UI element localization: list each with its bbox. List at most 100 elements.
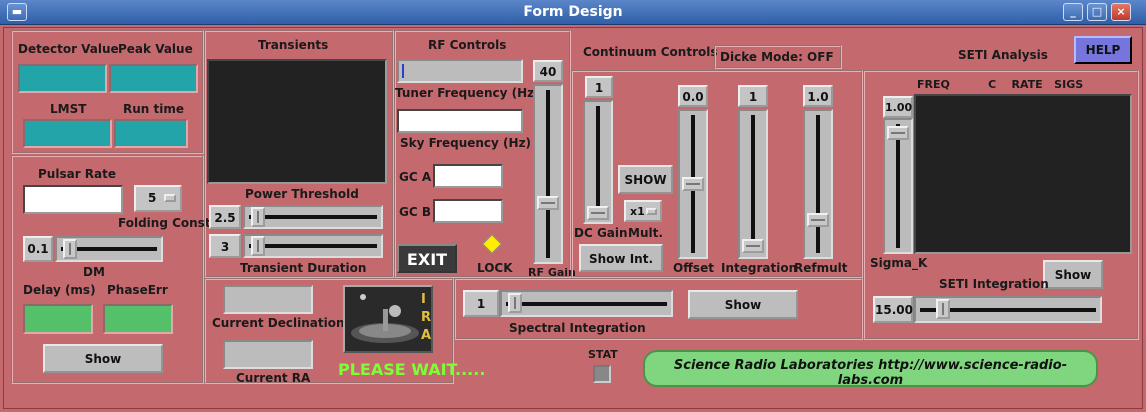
rf-gain-slider[interactable] <box>533 84 563 264</box>
dm-value: 0.1 <box>23 236 53 262</box>
seti-integration-label: SETI Integration <box>939 277 1049 291</box>
transient-duration-track <box>249 244 377 248</box>
close-button[interactable]: × <box>1111 3 1131 21</box>
sigma-k-handle[interactable] <box>887 126 909 140</box>
text-cursor <box>402 64 404 78</box>
window-menu-button[interactable]: ▬ <box>7 3 27 21</box>
rf-gain-track <box>546 90 550 258</box>
spectral-integration-slider[interactable] <box>500 290 673 317</box>
continuum-controls-title: Continuum Controls <box>583 45 718 59</box>
detector-value-label: Detector Value <box>18 42 119 56</box>
mult-menu[interactable]: x1 <box>624 200 662 222</box>
seti-show-button[interactable]: Show <box>1043 260 1103 289</box>
power-threshold-slider[interactable] <box>243 205 383 229</box>
power-threshold-handle[interactable] <box>251 207 265 227</box>
help-button[interactable]: HELP <box>1074 36 1132 64</box>
lab-website-link[interactable]: Science Radio Laboratories http://www.sc… <box>643 350 1098 388</box>
mult-label: Mult. <box>628 226 663 240</box>
delay-display <box>23 304 93 334</box>
tuner-frequency-field[interactable] <box>397 59 523 83</box>
rf-gain-handle[interactable] <box>537 196 559 210</box>
power-threshold-track <box>249 215 377 219</box>
seti-results-display <box>914 94 1132 254</box>
runtime-label: Run time <box>123 102 184 116</box>
integration-slider[interactable] <box>738 109 768 259</box>
sigma-k-track <box>896 124 900 248</box>
show-int-button[interactable]: Show Int. <box>579 244 663 272</box>
integration-track <box>751 115 755 253</box>
option-menu-indicator-icon <box>164 194 176 202</box>
refmult-track <box>816 115 820 253</box>
tuner-frequency-label: Tuner Frequency (Hz) <box>395 86 540 100</box>
runtime-display <box>114 119 188 148</box>
minimize-button[interactable]: _ <box>1063 3 1083 21</box>
offset-label: Offset <box>673 261 714 275</box>
please-wait-status: PLEASE WAIT..... <box>338 360 486 379</box>
sky-frequency-field[interactable] <box>397 109 523 133</box>
stat-label: STAT <box>588 348 618 361</box>
sigma-k-value: 1.00 <box>883 96 913 118</box>
seti-integration-slider[interactable] <box>914 296 1102 323</box>
ira-logo-letters: IRA <box>421 292 432 343</box>
refmult-handle[interactable] <box>807 213 829 227</box>
sigma-k-label: Sigma_K <box>870 256 928 270</box>
option-menu-indicator-icon <box>646 208 657 215</box>
offset-slider[interactable] <box>678 109 708 259</box>
pulsar-rate-field[interactable] <box>23 185 123 214</box>
lock-label: LOCK <box>477 261 513 275</box>
offset-value: 0.0 <box>678 85 708 107</box>
window-title: Form Design <box>523 4 623 20</box>
phase-error-label: PhaseErr <box>107 283 168 297</box>
sky-frequency-label: Sky Frequency (Hz) <box>400 136 532 150</box>
transient-duration-label: Transient Duration <box>240 261 367 275</box>
peak-value-display <box>109 64 198 93</box>
transient-duration-slider[interactable] <box>243 234 383 258</box>
current-declination-display <box>223 285 313 314</box>
dc-gain-slider[interactable] <box>583 100 613 224</box>
dm-label: DM <box>83 265 105 279</box>
folding-const-value: 5 <box>148 191 157 205</box>
seti-column-headers: FREQ C RATE SIGS <box>917 78 1084 91</box>
gc-a-field[interactable] <box>433 164 503 188</box>
rf-controls-title: RF Controls <box>428 38 507 52</box>
rf-gain-value: 40 <box>533 60 563 82</box>
current-ra-label: Current RA <box>236 371 311 385</box>
detector-value-display <box>18 64 107 93</box>
dc-gain-track <box>596 106 600 218</box>
folding-const-menu[interactable]: 5 <box>134 185 182 212</box>
delay-label: Delay (ms) <box>23 283 96 297</box>
spectral-integration-value: 1 <box>463 290 499 317</box>
spectral-integration-label: Spectral Integration <box>509 321 646 335</box>
sigma-k-slider[interactable] <box>883 118 913 254</box>
dc-gain-handle[interactable] <box>587 206 609 220</box>
integration-label: Integration <box>721 261 798 275</box>
spectral-show-button[interactable]: Show <box>688 290 798 319</box>
seti-integration-handle[interactable] <box>936 299 950 319</box>
transient-duration-handle[interactable] <box>251 236 265 256</box>
maximize-button[interactable]: □ <box>1087 3 1107 21</box>
spectral-integration-handle[interactable] <box>508 293 522 313</box>
gc-b-field[interactable] <box>433 199 503 223</box>
title-bar: Form Design ▬ _ □ × <box>0 0 1146 25</box>
dm-slider-handle[interactable] <box>63 239 77 259</box>
gc-b-label: GC B <box>399 205 431 219</box>
seti-integration-value: 15.00 <box>873 296 913 323</box>
power-threshold-value: 2.5 <box>209 205 241 229</box>
spectral-integration-track <box>506 302 667 306</box>
dicke-mode-status: Dicke Mode: OFF <box>714 45 842 69</box>
stat-indicator <box>593 365 611 383</box>
pulsar-rate-label: Pulsar Rate <box>38 167 116 181</box>
seti-analysis-title: SETI Analysis <box>958 48 1048 62</box>
offset-handle[interactable] <box>682 177 704 191</box>
gc-a-label: GC A <box>399 170 432 184</box>
refmult-slider[interactable] <box>803 109 833 259</box>
dc-gain-label: DC Gain <box>574 226 628 240</box>
continuum-show-button[interactable]: SHOW <box>618 165 673 194</box>
lmst-label: LMST <box>50 102 87 116</box>
integration-handle[interactable] <box>742 239 764 253</box>
integration-value: 1 <box>738 85 768 107</box>
dm-slider[interactable] <box>55 236 163 262</box>
pulsar-show-button[interactable]: Show <box>43 344 163 373</box>
refmult-label: Refmult <box>794 261 848 275</box>
exit-button[interactable]: EXIT <box>397 244 457 273</box>
